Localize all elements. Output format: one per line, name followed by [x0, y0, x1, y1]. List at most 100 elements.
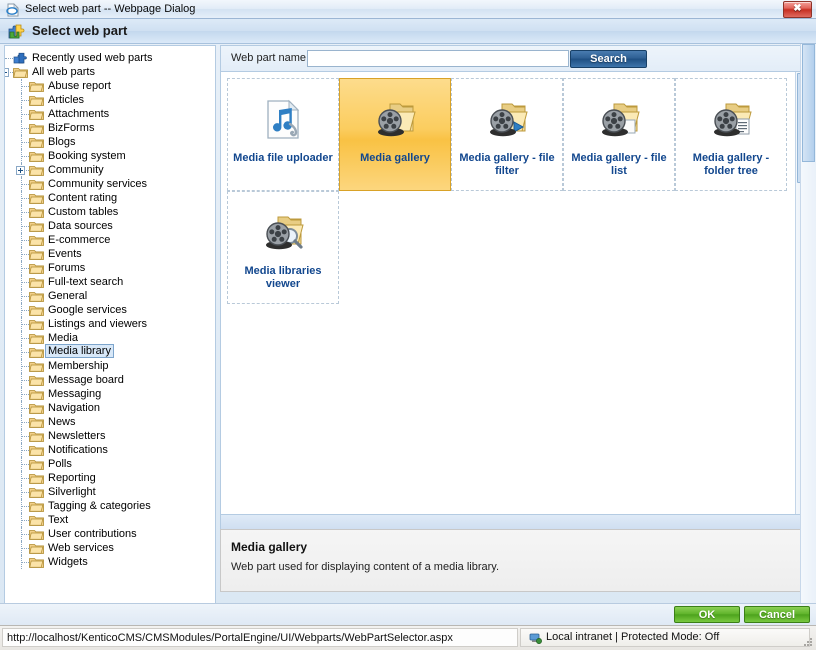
tree-connector-vertical	[21, 373, 23, 387]
webpart-browser-panel: Web part name: Search Media file uploade…	[220, 45, 812, 626]
tree-connector-vertical	[21, 275, 23, 289]
tree-item-newsletters[interactable]: Newsletters	[5, 429, 215, 443]
tree-collapse-icon[interactable]	[5, 68, 9, 77]
media-gallery-folder-tree-icon	[707, 95, 755, 143]
tree-connector-vertical	[21, 485, 23, 499]
tree-item-polls[interactable]: Polls	[5, 457, 215, 471]
tree-item-articles[interactable]: Articles	[5, 93, 215, 107]
tree-item-label: E-commerce	[48, 234, 111, 246]
tree-item-recently-used-web-parts[interactable]: Recently used web parts	[5, 51, 215, 65]
tree-item-news[interactable]: News	[5, 415, 215, 429]
cancel-button[interactable]: Cancel	[744, 606, 810, 623]
tree-connector-vertical	[21, 555, 23, 569]
tree-item-community-services[interactable]: Community services	[5, 177, 215, 191]
status-url: http://localhost/KenticoCMS/CMSModules/P…	[2, 628, 518, 647]
folder-icon	[29, 346, 44, 358]
tree-item-google-services[interactable]: Google services	[5, 303, 215, 317]
webpart-card-media-gallery[interactable]: Media gallery	[339, 78, 451, 191]
resize-grip[interactable]	[801, 635, 813, 647]
webpart-card-media-gallery-file-list[interactable]: Media gallery - file list	[563, 78, 675, 191]
tree-item-content-rating[interactable]: Content rating	[5, 191, 215, 205]
search-input[interactable]	[307, 50, 569, 67]
tree-item-label: Full-text search	[48, 276, 124, 288]
tree-item-e-commerce[interactable]: E-commerce	[5, 233, 215, 247]
ok-button[interactable]: OK	[674, 606, 740, 623]
tree-connector-vertical	[21, 233, 23, 247]
webpart-card-media-file-uploader[interactable]: Media file uploader	[227, 78, 339, 191]
tree-item-events[interactable]: Events	[5, 247, 215, 261]
folder-icon	[29, 276, 44, 288]
folder-icon	[29, 402, 44, 414]
folder-icon	[29, 514, 44, 526]
tree-connector-vertical	[21, 205, 23, 219]
security-zone-label: Local intranet | Protected Mode: Off	[546, 631, 720, 643]
tree-connector-vertical	[21, 345, 23, 359]
tree-item-community[interactable]: Community	[5, 163, 215, 177]
tree-item-abuse-report[interactable]: Abuse report	[5, 79, 215, 93]
webpart-card-media-gallery-folder-tree[interactable]: Media gallery - folder tree	[675, 78, 787, 191]
tree-item-navigation[interactable]: Navigation	[5, 401, 215, 415]
tree-connector-vertical	[21, 331, 23, 345]
tree-item-text[interactable]: Text	[5, 513, 215, 527]
search-button[interactable]: Search	[570, 50, 647, 68]
tree-connector-vertical	[21, 401, 23, 415]
folder-icon	[13, 66, 28, 78]
webpart-card-label: Media gallery - folder tree	[692, 152, 770, 177]
tree-item-messaging[interactable]: Messaging	[5, 387, 215, 401]
folder-icon	[29, 122, 44, 134]
close-icon: ✖	[793, 3, 802, 14]
tree-item-general[interactable]: General	[5, 289, 215, 303]
tree-item-label: Abuse report	[48, 80, 111, 92]
tree-item-notifications[interactable]: Notifications	[5, 443, 215, 457]
webpart-card-label: Media gallery - file filter	[459, 152, 555, 177]
dialog-scrollbar-thumb[interactable]	[802, 44, 815, 162]
folder-icon	[29, 206, 44, 218]
tree-item-data-sources[interactable]: Data sources	[5, 219, 215, 233]
tree-item-all-web-parts[interactable]: All web parts	[5, 65, 215, 79]
tree-item-label: BizForms	[48, 122, 95, 134]
local-intranet-icon	[529, 632, 542, 645]
tree-connector	[5, 58, 13, 60]
close-button[interactable]: ✖	[783, 1, 812, 18]
webpart-category-tree[interactable]: Recently used web parts All web parts Abus…	[5, 46, 215, 569]
tree-item-media[interactable]: Media	[5, 331, 215, 345]
tree-item-silverlight[interactable]: Silverlight	[5, 485, 215, 499]
folder-icon	[29, 360, 44, 372]
tree-item-label: Media library	[45, 344, 114, 358]
description-box: Media gallery Web part used for displayi…	[220, 529, 812, 592]
tree-item-booking-system[interactable]: Booking system	[5, 149, 215, 163]
tree-item-reporting[interactable]: Reporting	[5, 471, 215, 485]
folder-icon	[29, 542, 44, 554]
tree-item-full-text-search[interactable]: Full-text search	[5, 275, 215, 289]
tree-item-label: General	[48, 290, 88, 302]
tree-item-media-library[interactable]: Media library	[5, 344, 215, 359]
tree-item-user-contributions[interactable]: User contributions	[5, 527, 215, 541]
tree-item-bizforms[interactable]: BizForms	[5, 121, 215, 135]
description-text: Web part used for displaying content of …	[231, 561, 500, 573]
description-panel: Media gallery Web part used for displayi…	[220, 515, 812, 592]
tree-item-label: Data sources	[48, 220, 113, 232]
dialog-scrollbar[interactable]	[800, 44, 816, 603]
tree-expand-icon[interactable]	[16, 166, 25, 175]
tree-connector-vertical	[21, 429, 23, 443]
page-title: Select web part	[32, 23, 128, 38]
media-gallery-file-filter-icon	[483, 95, 531, 143]
tree-item-forums[interactable]: Forums	[5, 261, 215, 275]
tree-item-blogs[interactable]: Blogs	[5, 135, 215, 149]
tree-item-widgets[interactable]: Widgets	[5, 555, 215, 569]
tree-connector-vertical	[21, 387, 23, 401]
tree-item-label: Text	[48, 514, 69, 526]
tree-item-label: Web services	[48, 542, 114, 554]
tree-item-label: Attachments	[48, 108, 110, 120]
tree-item-label: Newsletters	[48, 430, 106, 442]
tree-item-tagging-categories[interactable]: Tagging & categories	[5, 499, 215, 513]
tree-item-message-board[interactable]: Message board	[5, 373, 215, 387]
tree-item-web-services[interactable]: Web services	[5, 541, 215, 555]
webpart-card-media-gallery-file-filter[interactable]: Media gallery - file filter	[451, 78, 563, 191]
tree-item-custom-tables[interactable]: Custom tables	[5, 205, 215, 219]
tree-item-label: Forums	[48, 262, 86, 274]
tree-item-listings-and-viewers[interactable]: Listings and viewers	[5, 317, 215, 331]
tree-item-membership[interactable]: Membership	[5, 359, 215, 373]
tree-item-attachments[interactable]: Attachments	[5, 107, 215, 121]
webpart-card-media-libraries-viewer[interactable]: Media libraries viewer	[227, 191, 339, 304]
